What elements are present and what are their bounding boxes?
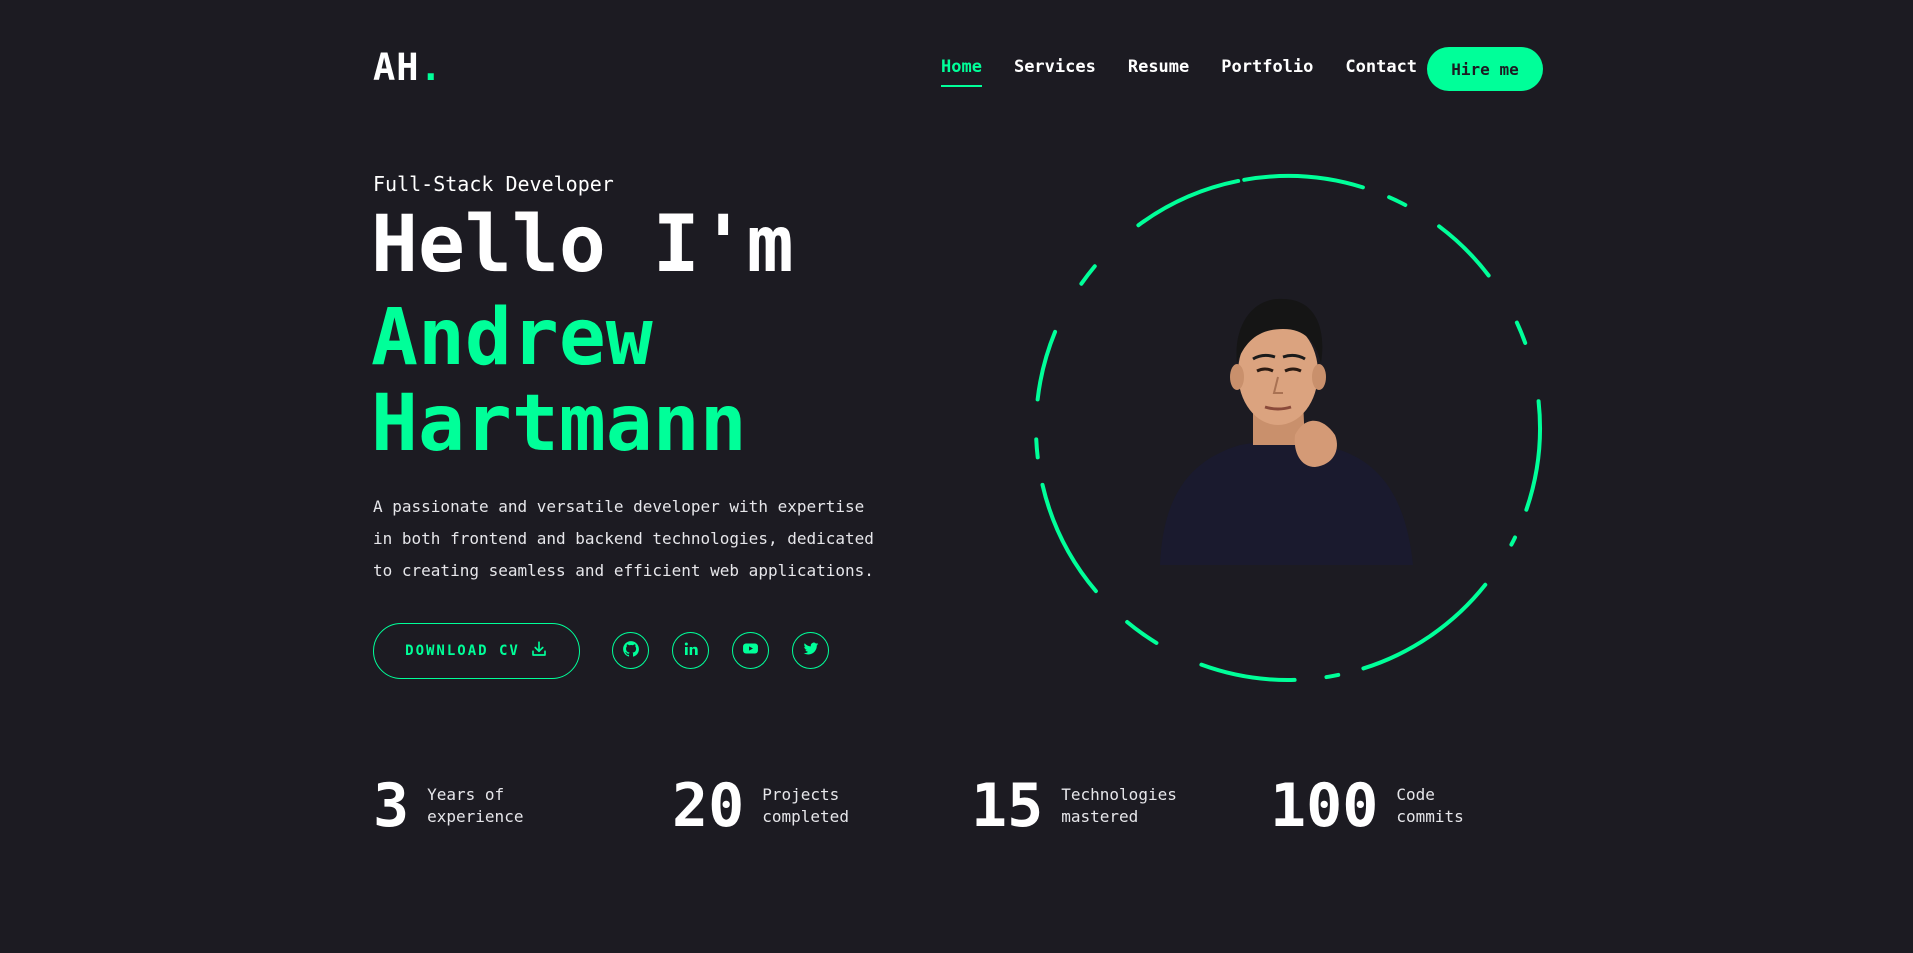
portrait-avatar — [1145, 285, 1425, 569]
download-icon — [530, 640, 548, 662]
stat-label-line: mastered — [1061, 807, 1139, 826]
last-name-heading: Hartmann — [371, 379, 747, 469]
download-cv-label: DOWNLOAD CV — [405, 643, 520, 659]
main-nav: Home Services Resume Portfolio Contact — [941, 47, 1449, 89]
twitter-link[interactable] — [792, 632, 829, 669]
stat-label-line: Technologies — [1061, 785, 1177, 804]
stat-number: 3 — [373, 771, 410, 841]
nav-services[interactable]: Services — [1014, 47, 1096, 89]
stat-years: 3 Years of experience — [373, 773, 567, 839]
linkedin-icon — [683, 641, 699, 661]
nav-resume[interactable]: Resume — [1128, 47, 1189, 89]
stat-label-line: Years of — [427, 785, 505, 804]
logo[interactable]: AH. — [373, 46, 443, 89]
bio-line: to creating seamless and efficient web a… — [373, 561, 874, 580]
stat-number: 15 — [971, 771, 1044, 841]
youtube-link[interactable] — [732, 632, 769, 669]
stat-label-line: commits — [1396, 807, 1464, 826]
stat-number: 20 — [672, 771, 745, 841]
download-cv-button[interactable]: DOWNLOAD CV — [373, 623, 580, 679]
stat-label-line: completed — [762, 807, 849, 826]
first-name-heading: Andrew — [371, 293, 653, 383]
twitter-icon — [803, 641, 819, 661]
stat-label: Projects completed — [762, 784, 902, 828]
hire-me-button[interactable]: Hire me — [1427, 47, 1543, 91]
stat-label: Technologies mastered — [1061, 784, 1201, 828]
stat-technologies: 15 Technologies mastered — [971, 773, 1201, 839]
stat-projects: 20 Projects completed — [672, 773, 902, 839]
portfolio-page: AH. Home Services Resume Portfolio Conta… — [0, 0, 1913, 953]
bio-line: in both frontend and backend technologie… — [373, 529, 874, 548]
github-link[interactable] — [612, 632, 649, 669]
logo-dot: . — [419, 46, 443, 89]
bio-line: A passionate and versatile developer wit… — [373, 497, 865, 516]
stat-label: Years of experience — [427, 784, 567, 828]
role-title: Full-Stack Developer — [373, 172, 614, 196]
stat-commits: 100 Code commits — [1270, 773, 1536, 839]
linkedin-link[interactable] — [672, 632, 709, 669]
nav-portfolio[interactable]: Portfolio — [1221, 47, 1313, 89]
github-icon — [622, 640, 640, 662]
stat-label: Code commits — [1396, 784, 1536, 828]
greeting-heading: Hello I'm — [371, 200, 794, 290]
bio-text: A passionate and versatile developer wit… — [373, 491, 893, 587]
youtube-icon — [742, 640, 759, 661]
stat-label-line: Code — [1396, 785, 1435, 804]
stat-label-line: Projects — [762, 785, 840, 804]
logo-text: AH — [373, 46, 420, 89]
stat-label-line: experience — [427, 807, 524, 826]
stat-number: 100 — [1270, 771, 1379, 841]
nav-home[interactable]: Home — [941, 47, 982, 89]
nav-contact[interactable]: Contact — [1345, 47, 1417, 89]
